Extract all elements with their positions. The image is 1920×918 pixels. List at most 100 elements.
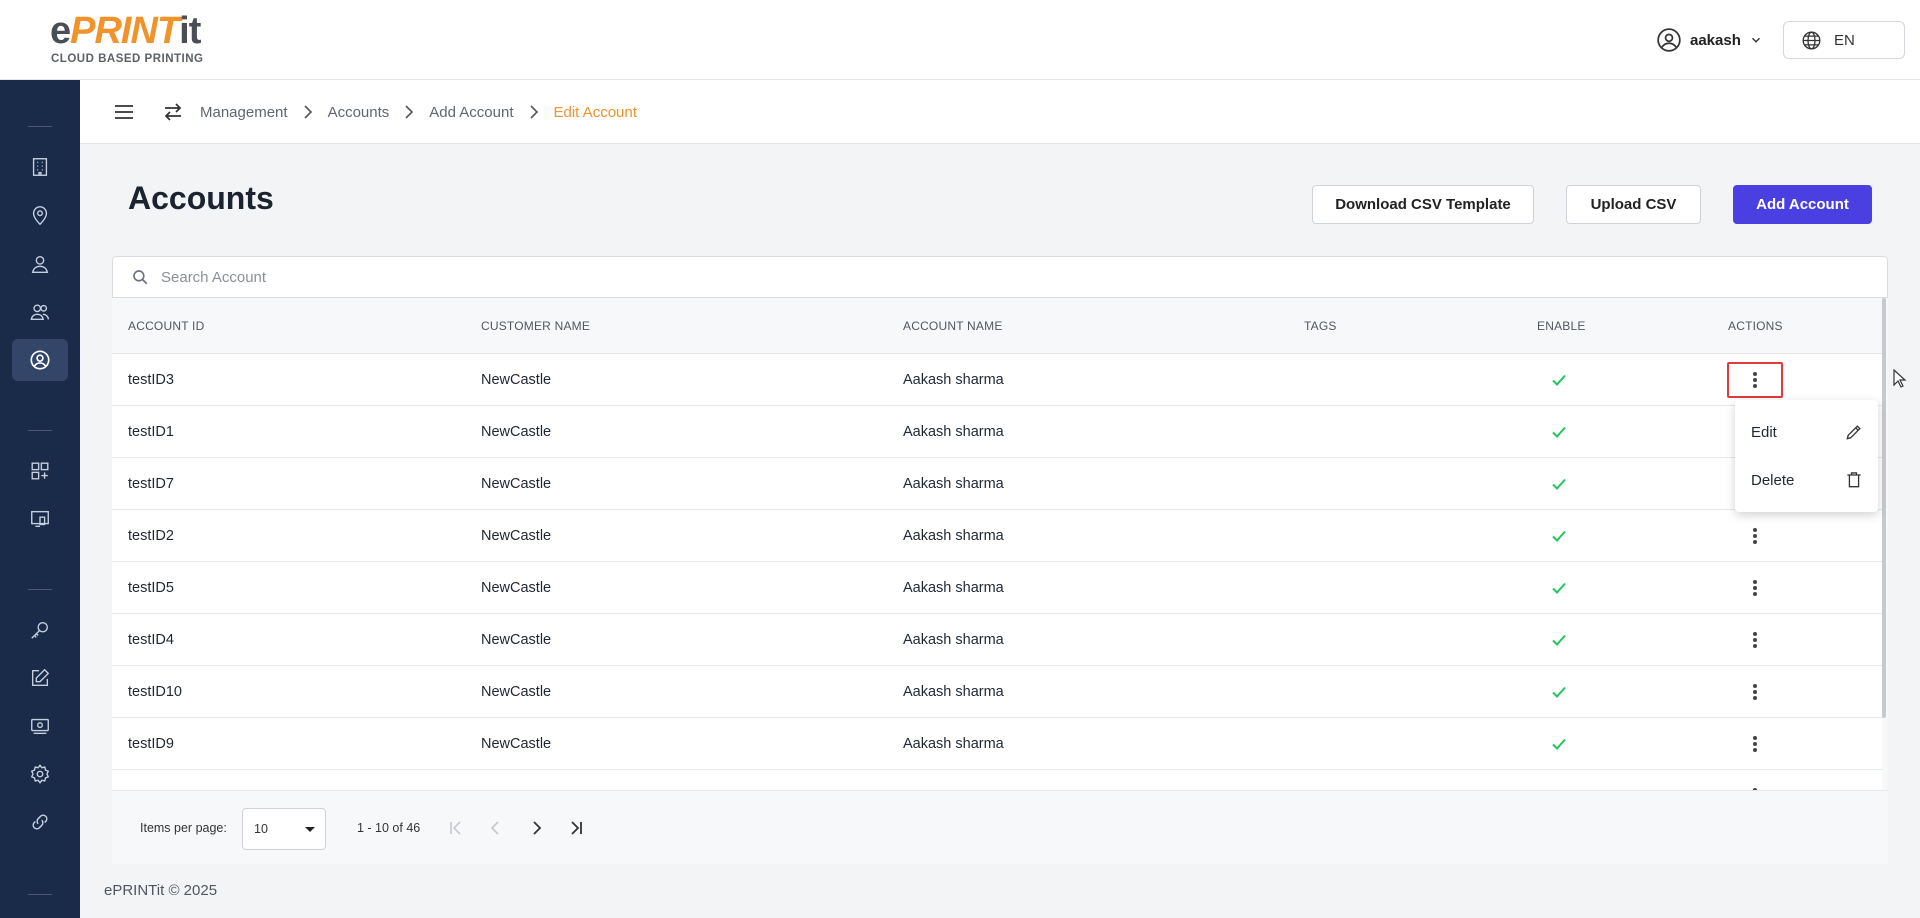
page-range-label: 1 - 10 of 46 <box>357 821 421 835</box>
sidebar-item-apps[interactable] <box>12 450 68 492</box>
table-row[interactable]: testID7 NewCastle Aakash sharma <box>112 458 1882 510</box>
payment-icon <box>31 718 49 735</box>
upload-csv-button[interactable]: Upload CSV <box>1566 185 1701 224</box>
cell-account-id: testID2 <box>128 528 174 544</box>
sidebar-item-building[interactable] <box>12 146 68 188</box>
column-header-account-id[interactable]: ACCOUNT ID <box>128 298 204 354</box>
cell-account-name: Aakash sharma <box>903 372 1004 388</box>
column-header-customer-name[interactable]: CUSTOMER NAME <box>481 298 590 354</box>
search-input[interactable] <box>161 257 1861 297</box>
row-actions-button[interactable] <box>1727 362 1783 398</box>
footer-copyright: ePRINTit © 2025 <box>104 882 218 899</box>
cell-account-name: Aakash sharma <box>903 580 1004 596</box>
cell-customer-name: NewCastle <box>481 580 552 596</box>
table-row[interactable]: testID10 NewCastle Aakash sharma <box>112 666 1882 718</box>
sidebar-item-devices[interactable] <box>12 498 68 540</box>
breadcrumb-accounts[interactable]: Accounts <box>328 104 390 121</box>
column-header-tags: TAGS <box>1304 319 1337 333</box>
row-actions-button[interactable] <box>1727 570 1783 606</box>
add-account-button[interactable]: Add Account <box>1733 185 1872 224</box>
cell-customer-name: NewCastle <box>481 528 552 544</box>
more-vertical-icon <box>1753 632 1757 648</box>
check-icon <box>1552 426 1566 438</box>
sidebar-item-payments[interactable] <box>12 705 68 747</box>
table-row[interactable]: testID5 NewCastle Aakash sharma <box>112 562 1882 614</box>
sidebar-item-user[interactable] <box>12 243 68 285</box>
row-actions-button[interactable] <box>1727 778 1783 790</box>
table-row[interactable]: testID1 NewCastle Aakash sharma <box>112 406 1882 458</box>
table-row[interactable] <box>112 770 1882 790</box>
sidebar-divider <box>28 589 52 590</box>
menu-icon[interactable] <box>112 100 136 124</box>
row-actions-button[interactable] <box>1727 726 1783 762</box>
accounts-table: ACCOUNT ID CUSTOMER NAME ACCOUNT NAME TA… <box>112 298 1882 790</box>
chevron-right-icon <box>528 105 540 119</box>
apps-add-icon <box>31 462 49 480</box>
globe-icon <box>1802 31 1821 49</box>
menu-item-delete-label: Delete <box>1751 471 1795 489</box>
search-icon <box>133 270 148 285</box>
more-vertical-icon <box>1753 684 1757 700</box>
sidebar-item-users[interactable] <box>12 291 68 333</box>
pencil-icon <box>1846 425 1861 440</box>
language-selector[interactable]: EN <box>1783 21 1905 59</box>
sidebar-item-accounts[interactable] <box>12 339 68 381</box>
sidebar-item-settings[interactable] <box>12 753 68 795</box>
table-row[interactable]: testID4 NewCastle Aakash sharma <box>112 614 1882 666</box>
settings-icon <box>30 764 50 784</box>
sidebar-item-edit[interactable] <box>12 657 68 699</box>
menu-item-edit[interactable]: Edit <box>1735 408 1878 456</box>
breadcrumb-edit-account: Edit Account <box>553 103 637 121</box>
paginator: Items per page: 10 1 - 10 of 46 <box>112 790 1888 864</box>
table-row[interactable]: testID2 NewCastle Aakash sharma <box>112 510 1882 562</box>
check-icon <box>1552 374 1566 386</box>
sidebar <box>0 80 80 918</box>
row-actions-button[interactable] <box>1727 674 1783 710</box>
first-page-button[interactable] <box>444 816 468 840</box>
sidebar-divider <box>28 126 52 127</box>
row-actions-button[interactable] <box>1727 622 1783 658</box>
eprintit-logo[interactable]: ePRINTit CLOUD BASED PRINTING <box>50 12 203 65</box>
breadcrumb-bar: Management Accounts Add Account Edit Acc… <box>80 80 1920 144</box>
page-size-select[interactable]: 10 <box>242 808 326 850</box>
cell-account-name: Aakash sharma <box>903 632 1004 648</box>
chevron-left-icon <box>490 821 499 835</box>
table-row[interactable]: testID9 NewCastle Aakash sharma <box>112 718 1882 770</box>
page-size-value: 10 <box>254 822 268 836</box>
breadcrumb-add-account[interactable]: Add Account <box>429 104 513 121</box>
row-actions-button[interactable] <box>1727 518 1783 554</box>
table-scrollbar[interactable] <box>1882 298 1886 718</box>
table-row[interactable]: testID3 NewCastle Aakash sharma <box>112 354 1882 406</box>
page-title: Accounts <box>128 180 274 216</box>
logo-prefix: e <box>50 10 71 52</box>
next-page-button[interactable] <box>524 816 548 840</box>
logo-tagline: CLOUD BASED PRINTING <box>51 53 204 65</box>
menu-item-delete[interactable]: Delete <box>1735 456 1878 504</box>
table-header: ACCOUNT ID CUSTOMER NAME ACCOUNT NAME TA… <box>112 298 1882 354</box>
chevron-right-icon <box>403 105 415 119</box>
cell-customer-name: NewCastle <box>481 736 552 752</box>
cell-account-id: testID9 <box>128 736 174 752</box>
chevron-right-icon <box>533 821 542 835</box>
cell-account-id: testID1 <box>128 424 174 440</box>
last-page-button[interactable] <box>564 816 588 840</box>
more-vertical-icon <box>1753 580 1757 596</box>
key-icon <box>31 621 49 639</box>
download-csv-template-button[interactable]: Download CSV Template <box>1312 185 1534 224</box>
items-per-page-label: Items per page: <box>140 821 227 835</box>
previous-page-button[interactable] <box>484 816 508 840</box>
cell-account-name: Aakash sharma <box>903 528 1004 544</box>
sidebar-item-keys[interactable] <box>12 609 68 651</box>
language-code: EN <box>1834 31 1855 49</box>
sidebar-item-locations[interactable] <box>12 195 68 237</box>
swap-icon[interactable] <box>161 100 185 124</box>
cell-account-id: testID3 <box>128 372 174 388</box>
cell-account-id: testID7 <box>128 476 174 492</box>
sidebar-item-integrations[interactable] <box>12 801 68 843</box>
users-icon <box>30 304 50 321</box>
breadcrumb-management[interactable]: Management <box>200 104 288 121</box>
trash-icon <box>1847 472 1861 488</box>
cell-account-name: Aakash sharma <box>903 736 1004 752</box>
user-menu[interactable]: aakash <box>1656 26 1763 54</box>
column-header-account-name[interactable]: ACCOUNT NAME <box>903 298 1003 354</box>
